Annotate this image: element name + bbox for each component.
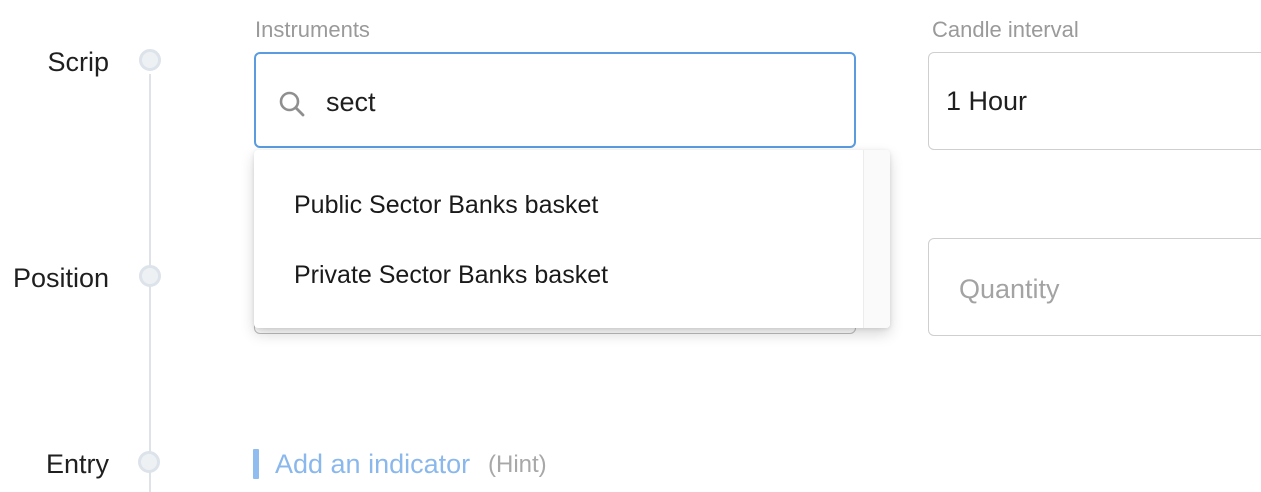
step-dot-scrip [139,49,161,71]
step-label-scrip: Scrip [47,47,109,77]
quantity-input[interactable] [959,269,1259,309]
entry-accent-bar [253,449,259,479]
suggestion-item[interactable]: Private Sector Banks basket [254,244,862,306]
step-dot-entry [138,451,160,473]
candle-interval-caption: Candle interval [932,17,1079,42]
add-indicator-link[interactable]: Add an indicator [275,451,470,478]
step-dot-position [139,265,161,287]
instruments-caption: Instruments [255,17,370,42]
suggestion-item[interactable]: Public Sector Banks basket [254,174,862,236]
search-icon [278,90,306,118]
dropdown-scrollbar[interactable] [863,150,890,328]
hint-link[interactable]: (Hint) [488,453,547,477]
step-label-position: Position [12,263,109,293]
step-label-entry: Entry [45,449,109,479]
quantity-field[interactable] [928,238,1261,336]
instruments-suggestions-dropdown: Public Sector Banks basket Private Secto… [254,150,890,328]
candle-interval-select[interactable]: 1 Hour [928,52,1261,150]
instruments-search-input[interactable] [326,82,826,122]
instruments-search-field[interactable] [254,52,856,148]
candle-interval-value: 1 Hour [946,86,1028,116]
